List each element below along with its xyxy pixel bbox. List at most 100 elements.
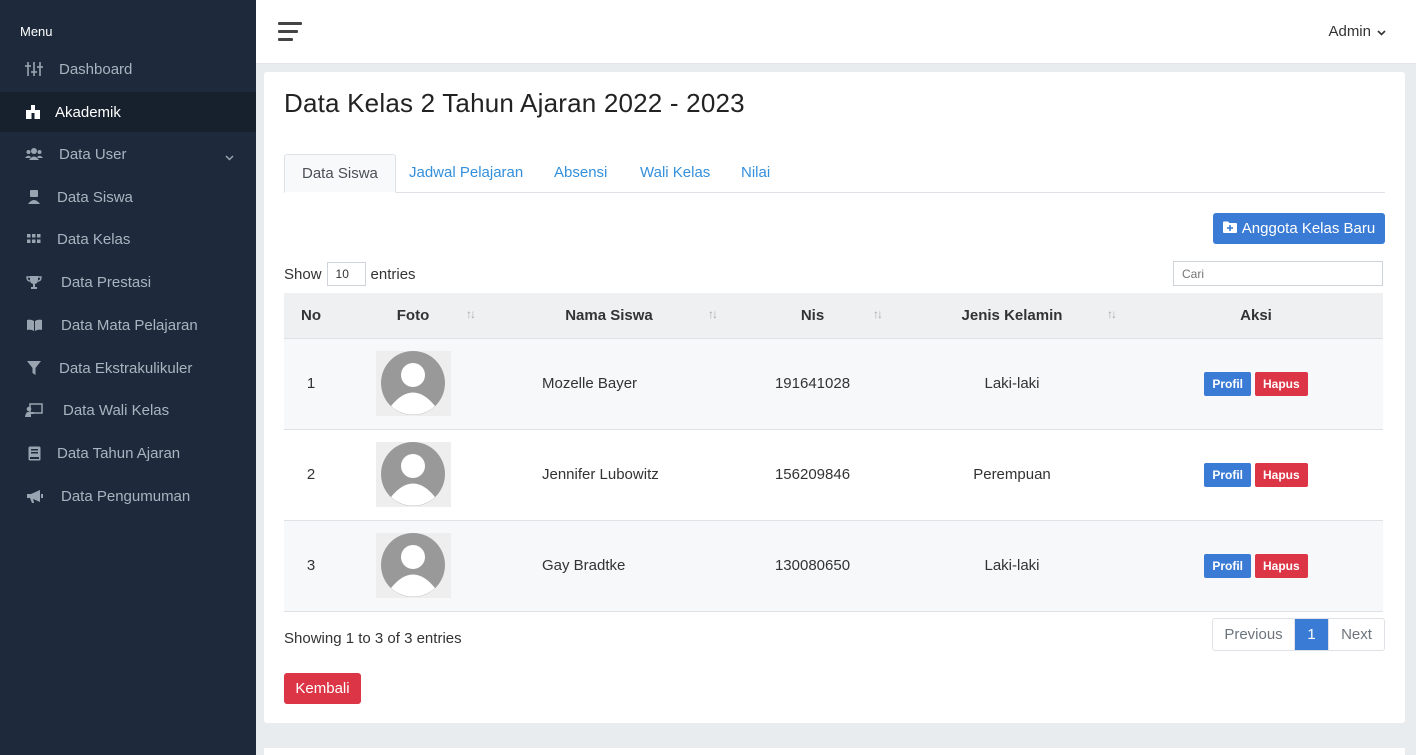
page-length-control: Show 10 entries bbox=[284, 262, 416, 286]
sidebar-item-data-user[interactable]: Data User bbox=[0, 135, 256, 173]
menu-title: Menu bbox=[20, 24, 53, 39]
tab-absensi[interactable]: Absensi bbox=[537, 154, 624, 193]
sidebar-item-data-pengumuman[interactable]: Data Pengumuman bbox=[0, 477, 256, 515]
profil-button[interactable]: Profil bbox=[1204, 371, 1251, 396]
hapus-button[interactable]: Hapus bbox=[1254, 553, 1308, 578]
filter-icon bbox=[25, 359, 43, 377]
cell-aksi: Profil Hapus bbox=[1129, 429, 1383, 520]
topbar: Admin bbox=[256, 0, 1416, 64]
sidebar-item-data-mata-pelajaran[interactable]: Data Mata Pelajaran bbox=[0, 306, 256, 344]
table-row: 2 Jennifer Lubowitz 156209846 Perempuan … bbox=[284, 429, 1383, 520]
cell-nama: Jennifer Lubowitz bbox=[542, 466, 659, 483]
sort-icon: ↑↓ bbox=[466, 307, 476, 321]
users-icon bbox=[25, 145, 43, 163]
header-foto[interactable]: Foto ↑↓ bbox=[338, 293, 488, 339]
cell-nama: Mozelle Bayer bbox=[542, 375, 638, 392]
cell-nis: 156209846 bbox=[774, 466, 851, 483]
sidebar-item-data-prestasi[interactable]: Data Prestasi bbox=[0, 263, 256, 301]
page-title: Data Kelas 2 Tahun Ajaran 2022 - 2023 bbox=[284, 88, 745, 118]
pagination: Previous 1 Next bbox=[1212, 618, 1385, 651]
sidebar-item-dashboard[interactable]: Dashboard bbox=[0, 50, 256, 88]
sidebar-item-label: Data Ekstrakulikuler bbox=[59, 359, 193, 377]
sort-icon: ↑↓ bbox=[873, 307, 883, 321]
header-nama-siswa[interactable]: Nama Siswa ↑↓ bbox=[488, 293, 730, 339]
table-header-row: No Foto ↑↓ Nama Siswa ↑↓ Nis ↑↓ Jenis Kelam… bbox=[284, 293, 1383, 339]
page-length-select[interactable]: 10 bbox=[326, 262, 366, 286]
table-row: 3 Gay Bradtke 130080650 Laki-laki Profil… bbox=[284, 520, 1383, 611]
sidebar-item-label: Data Kelas bbox=[57, 230, 131, 248]
table-info: Showing 1 to 3 of 3 entries bbox=[284, 630, 462, 647]
add-member-button[interactable]: Anggota Kelas Baru bbox=[1213, 213, 1385, 244]
sidebar-item-label: Dashboard bbox=[59, 60, 133, 78]
school-icon bbox=[24, 103, 42, 121]
menu-toggle-icon[interactable] bbox=[278, 22, 302, 42]
cell-foto bbox=[338, 520, 488, 611]
avatar-placeholder-icon bbox=[375, 442, 451, 507]
sidebar-item-data-wali-kelas[interactable]: Data Wali Kelas bbox=[0, 391, 256, 429]
cell-no: 2 bbox=[306, 466, 316, 483]
cell-foto bbox=[338, 429, 488, 520]
chevron-down-icon bbox=[1377, 23, 1386, 40]
add-member-label: Anggota Kelas Baru bbox=[1241, 220, 1376, 237]
profil-button[interactable]: Profil bbox=[1204, 462, 1251, 487]
tab-jadwal-pelajaran[interactable]: Jadwal Pelajaran bbox=[392, 154, 540, 193]
sidebar-item-label: Data User bbox=[59, 145, 127, 163]
avatar-placeholder-icon bbox=[375, 351, 451, 416]
sort-icon: ↑↓ bbox=[708, 307, 718, 321]
sidebar: Menu Dashboard Akademik Data User Data S… bbox=[0, 0, 256, 755]
sidebar-item-data-kelas[interactable]: Data Kelas bbox=[0, 220, 256, 258]
table-row: 1 Mozelle Bayer 191641028 Laki-laki Prof… bbox=[284, 338, 1383, 429]
header-aksi: Aksi bbox=[1129, 293, 1383, 339]
sidebar-item-data-tahun-ajaran[interactable]: Data Tahun Ajaran bbox=[0, 434, 256, 472]
cell-no: 1 bbox=[306, 375, 316, 392]
cell-nama: Gay Bradtke bbox=[542, 557, 626, 574]
hapus-button[interactable]: Hapus bbox=[1254, 462, 1308, 487]
header-jenis-kelamin[interactable]: Jenis Kelamin ↑↓ bbox=[895, 293, 1129, 339]
sort-icon: ↑↓ bbox=[1107, 307, 1117, 321]
trophy-icon bbox=[25, 273, 43, 291]
chalkboard-teacher-icon bbox=[25, 401, 43, 419]
student-icon bbox=[25, 188, 43, 206]
cell-aksi: Profil Hapus bbox=[1129, 520, 1383, 611]
sidebar-item-label: Data Tahun Ajaran bbox=[57, 444, 181, 462]
book-open-icon bbox=[25, 316, 43, 334]
lower-card bbox=[264, 748, 1405, 755]
sidebar-item-label: Data Mata Pelajaran bbox=[61, 316, 198, 334]
header-no[interactable]: No bbox=[284, 293, 338, 339]
grid-icon bbox=[25, 230, 43, 248]
tab-bar: Data Siswa Jadwal Pelajaran Absensi Wali… bbox=[284, 154, 1385, 193]
sliders-icon bbox=[25, 60, 43, 78]
profil-button[interactable]: Profil bbox=[1204, 553, 1251, 578]
next-button[interactable]: Next bbox=[1328, 619, 1384, 650]
cell-nis: 191641028 bbox=[774, 375, 851, 392]
content-card: Data Kelas 2 Tahun Ajaran 2022 - 2023 Da… bbox=[264, 72, 1405, 723]
user-menu[interactable]: Admin bbox=[1328, 23, 1386, 40]
folder-plus-icon bbox=[1222, 220, 1237, 237]
tab-data-siswa[interactable]: Data Siswa bbox=[284, 154, 396, 193]
tab-nilai[interactable]: Nilai bbox=[724, 154, 787, 193]
search-input[interactable] bbox=[1173, 261, 1383, 286]
sidebar-item-akademik[interactable]: Akademik bbox=[0, 92, 256, 132]
sidebar-item-data-ekstrakulikuler[interactable]: Data Ekstrakulikuler bbox=[0, 349, 256, 387]
cell-nis: 130080650 bbox=[774, 557, 851, 574]
chevron-down-icon bbox=[225, 148, 234, 165]
students-table: No Foto ↑↓ Nama Siswa ↑↓ Nis ↑↓ Jenis Kelam… bbox=[284, 293, 1383, 612]
bullhorn-icon bbox=[25, 487, 43, 505]
tab-wali-kelas[interactable]: Wali Kelas bbox=[623, 154, 727, 193]
header-nis[interactable]: Nis ↑↓ bbox=[730, 293, 895, 339]
sidebar-item-label: Data Pengumuman bbox=[61, 487, 191, 505]
sidebar-item-label: Akademik bbox=[55, 103, 121, 121]
sidebar-item-data-siswa[interactable]: Data Siswa bbox=[0, 178, 256, 216]
sidebar-item-label: Data Wali Kelas bbox=[63, 401, 170, 419]
sidebar-item-label: Data Prestasi bbox=[61, 273, 152, 291]
show-label: Show bbox=[284, 265, 322, 283]
cell-no: 3 bbox=[306, 557, 316, 574]
cell-jenis-kelamin: Laki-laki bbox=[984, 557, 1040, 574]
back-button[interactable]: Kembali bbox=[284, 673, 361, 704]
avatar-placeholder-icon bbox=[375, 533, 451, 598]
cell-foto bbox=[338, 338, 488, 429]
cell-aksi: Profil Hapus bbox=[1129, 338, 1383, 429]
page-1-button[interactable]: 1 bbox=[1295, 619, 1328, 650]
hapus-button[interactable]: Hapus bbox=[1254, 371, 1308, 396]
previous-button[interactable]: Previous bbox=[1213, 619, 1295, 650]
